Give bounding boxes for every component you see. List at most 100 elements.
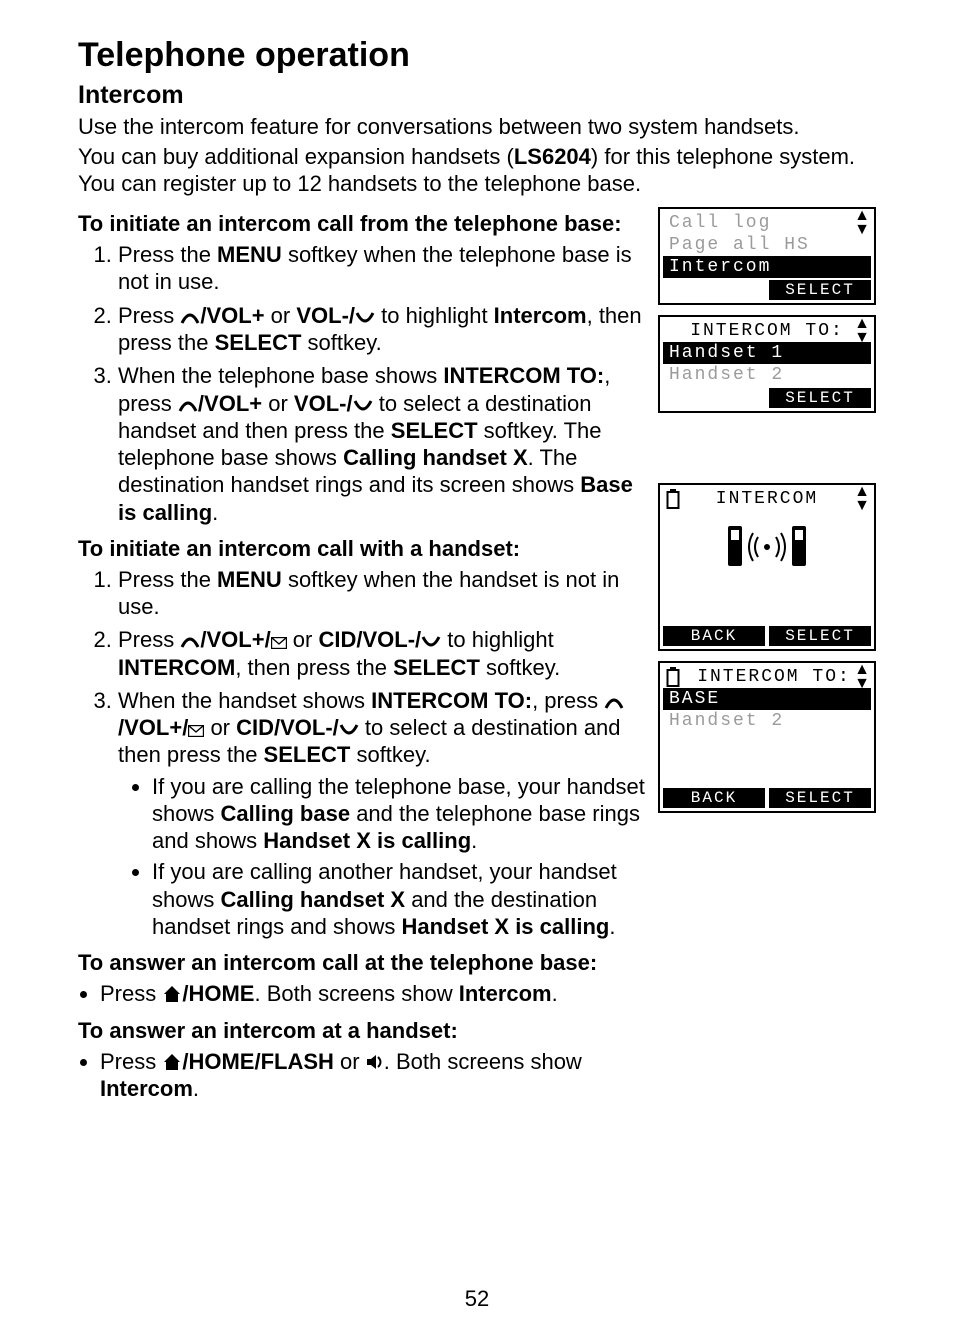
down-arc-icon — [355, 311, 375, 325]
text: or — [265, 303, 297, 328]
content-columns: To initiate an intercom call from the te… — [78, 201, 876, 1104]
bullet: If you are calling the telephone base, y… — [152, 773, 646, 855]
lcd-title: INTERCOM TO: — [663, 320, 871, 342]
text: . Both screens show — [384, 1049, 582, 1074]
subheading-answer-handset: To answer an intercom at a handset: — [78, 1018, 646, 1044]
subheading-from-base: To initiate an intercom call from the te… — [78, 211, 646, 237]
lcd-softkeys: BACK SELECT — [663, 626, 871, 646]
with-handset-steps: Press the MENU softkey when the handset … — [78, 566, 646, 940]
key-select: SELECT — [215, 330, 302, 355]
key-voldown: VOL-/ — [294, 391, 353, 416]
step: Press /VOL+/ or CID/VOL-/ to highlight I… — [118, 626, 646, 681]
right-column: ▲▼ Call log Page all HS Intercom . SELEC… — [654, 201, 876, 823]
sub-bullets: If you are calling the telephone base, y… — [118, 773, 646, 941]
key-select: SELECT — [264, 742, 351, 767]
handset-x-calling: Handset X is calling — [402, 914, 610, 939]
text: When the handset shows — [118, 688, 371, 713]
step: When the telephone base shows INTERCOM T… — [118, 362, 646, 526]
highlight-intercom: INTERCOM — [118, 655, 235, 680]
text: When the telephone base shows — [118, 363, 443, 388]
lcd-line: Handset 2 — [663, 710, 871, 732]
lcd-title: INTERCOM TO: — [663, 666, 871, 688]
answer-base-list: Press /HOME. Both screens show Intercom. — [78, 980, 646, 1007]
lcd-line: Handset 2 — [663, 364, 871, 386]
text: . — [609, 914, 615, 939]
key-home: /HOME — [182, 981, 254, 1006]
calling-handset-x: Calling handset X — [220, 887, 405, 912]
softkey-right: SELECT — [769, 788, 871, 808]
scroll-indicator-icon: ▲▼ — [854, 209, 868, 237]
speaker-icon — [366, 1053, 384, 1071]
key-select: SELECT — [391, 418, 478, 443]
text: Press — [118, 627, 180, 652]
bullet: Press /HOME. Both screens show Intercom. — [100, 980, 646, 1007]
scroll-indicator-icon: ▲▼ — [854, 663, 868, 691]
lcd-line-highlight: Handset 1 — [663, 342, 871, 364]
battery-icon — [666, 667, 680, 692]
text: You can buy additional expansion handset… — [78, 144, 514, 169]
key-home-flash: /HOME/FLASH — [182, 1049, 334, 1074]
down-arc-icon — [339, 723, 359, 737]
text: softkey. — [480, 655, 560, 680]
lcd-base-menu: ▲▼ Call log Page all HS Intercom . SELEC… — [658, 207, 876, 305]
text: , then press the — [235, 655, 393, 680]
text: or — [262, 391, 294, 416]
bullet: If you are calling another handset, your… — [152, 858, 646, 940]
left-column: To initiate an intercom call from the te… — [78, 201, 646, 1104]
softkey-left: . — [663, 280, 765, 300]
text: , press — [532, 688, 604, 713]
softkey-left: BACK — [663, 626, 765, 646]
page-title: Telephone operation — [78, 36, 876, 75]
intro-p2: You can buy additional expansion handset… — [78, 144, 876, 197]
text: Press the — [118, 242, 217, 267]
intercom-label: Intercom — [459, 981, 552, 1006]
key-volup: VOL+ — [124, 715, 182, 740]
key-select: SELECT — [393, 655, 480, 680]
step: When the handset shows INTERCOM TO:, pre… — [118, 687, 646, 940]
manual-page: Telephone operation Intercom Use the int… — [0, 0, 954, 1336]
calling-base: Calling base — [220, 801, 350, 826]
text: . — [471, 828, 477, 853]
key-volup: VOL+ — [206, 303, 264, 328]
key-cidvol: CID/VOL-/ — [318, 627, 421, 652]
envelope-icon — [271, 637, 287, 649]
key-menu: MENU — [217, 242, 282, 267]
battery-icon — [666, 489, 680, 514]
step: Press /VOL+ or VOL-/ to highlight Interc… — [118, 302, 646, 357]
text: Press — [118, 303, 180, 328]
from-base-steps: Press the MENU softkey when the telephon… — [78, 241, 646, 526]
text: . Both screens show — [254, 981, 458, 1006]
lcd-line-highlight: BASE — [663, 688, 871, 710]
text: or — [204, 715, 236, 740]
subheading-answer-base: To answer an intercom call at the teleph… — [78, 950, 646, 976]
softkey-right: SELECT — [769, 388, 871, 408]
subheading-with-handset: To initiate an intercom call with a hand… — [78, 536, 646, 562]
text: . — [212, 500, 218, 525]
lcd-softkeys: . SELECT — [663, 280, 871, 300]
home-icon — [162, 1053, 182, 1071]
handset-x-calling: Handset X is calling — [263, 828, 471, 853]
intercom-to-label: INTERCOM TO: — [371, 688, 532, 713]
key-cidvol: CID/VOL-/ — [236, 715, 339, 740]
key-volup: VOL+ — [206, 627, 264, 652]
up-arc-icon — [180, 635, 200, 649]
key-volup: VOL+ — [204, 391, 262, 416]
text: Press — [100, 1049, 162, 1074]
lcd-softkeys: . SELECT — [663, 388, 871, 408]
key-menu: MENU — [217, 567, 282, 592]
text: to highlight — [441, 627, 554, 652]
text: to highlight — [375, 303, 494, 328]
down-arc-icon — [353, 399, 373, 413]
text: softkey. — [350, 742, 430, 767]
intro-p1: Use the intercom feature for conversatio… — [78, 114, 876, 140]
text: Press — [100, 981, 162, 1006]
scroll-indicator-icon: ▲▼ — [854, 485, 868, 513]
up-arc-icon — [178, 399, 198, 413]
lcd-base-intercom-to: ▲▼ INTERCOM TO: Handset 1 Handset 2 . SE… — [658, 315, 876, 413]
lcd-title: INTERCOM — [663, 488, 871, 510]
bullet: Press /HOME/FLASH or . Both screens show… — [100, 1048, 646, 1103]
intercom-label: Intercom — [100, 1076, 193, 1101]
intercom-to-label: INTERCOM TO: — [443, 363, 604, 388]
key-voldown: VOL-/ — [296, 303, 355, 328]
intercom-graphic — [663, 510, 871, 597]
